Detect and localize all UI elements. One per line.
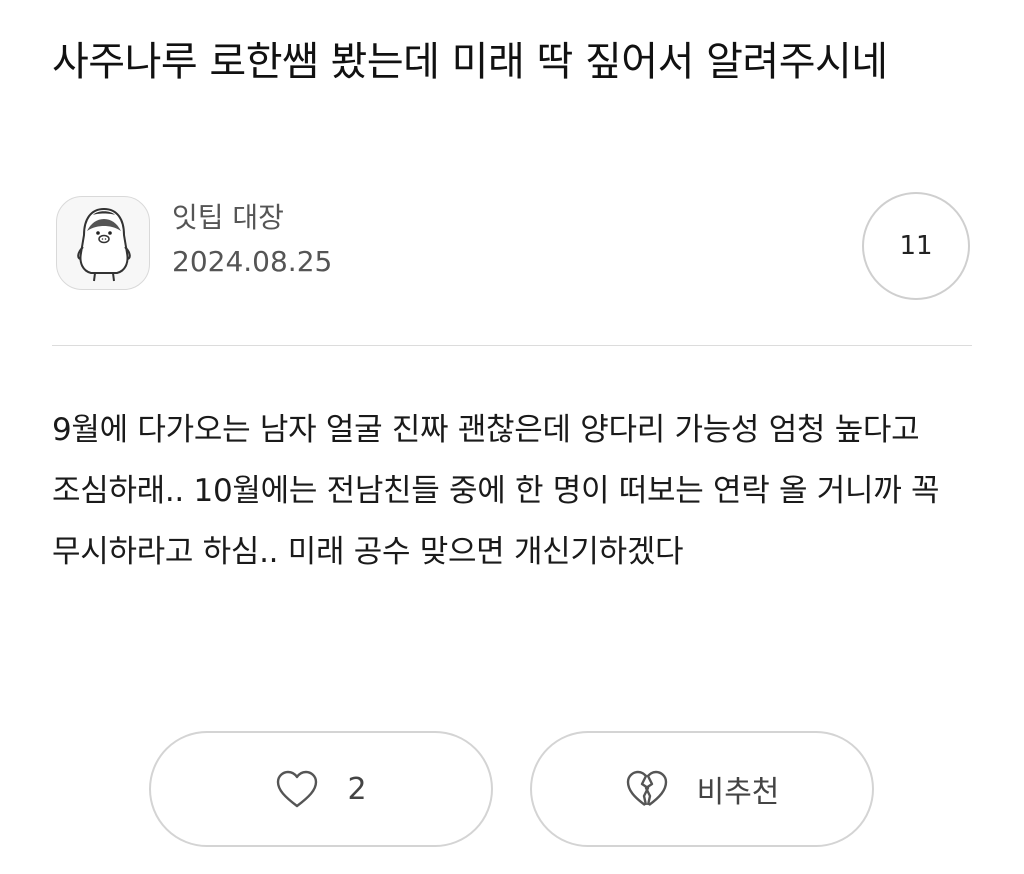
dislike-label: 비추천: [696, 775, 780, 810]
heart-outline-icon: [275, 769, 319, 809]
post-body: 9월에 다가오는 남자 얼굴 진짜 괜찮은데 양다리 가능성 엄청 높다고 조심…: [52, 412, 940, 570]
divider: [52, 345, 972, 346]
post-title: 사주나루 로한쌤 봤는데 미래 딱 짚어서 알려주시네: [52, 39, 888, 85]
avatar[interactable]: [56, 196, 150, 290]
dislike-button[interactable]: 비추천: [530, 731, 874, 847]
post-date: 2024.08.25: [172, 245, 333, 278]
author-name[interactable]: 잇팁 대장: [172, 200, 284, 236]
comment-count-button[interactable]: 11: [862, 192, 970, 300]
broken-heart-icon: [625, 769, 669, 809]
like-count: 2: [347, 771, 367, 807]
like-button[interactable]: 2: [149, 731, 493, 847]
penguin-avatar-icon: [77, 207, 131, 282]
post-meta: 잇팁 대장 2024.08.25 11: [56, 192, 972, 300]
